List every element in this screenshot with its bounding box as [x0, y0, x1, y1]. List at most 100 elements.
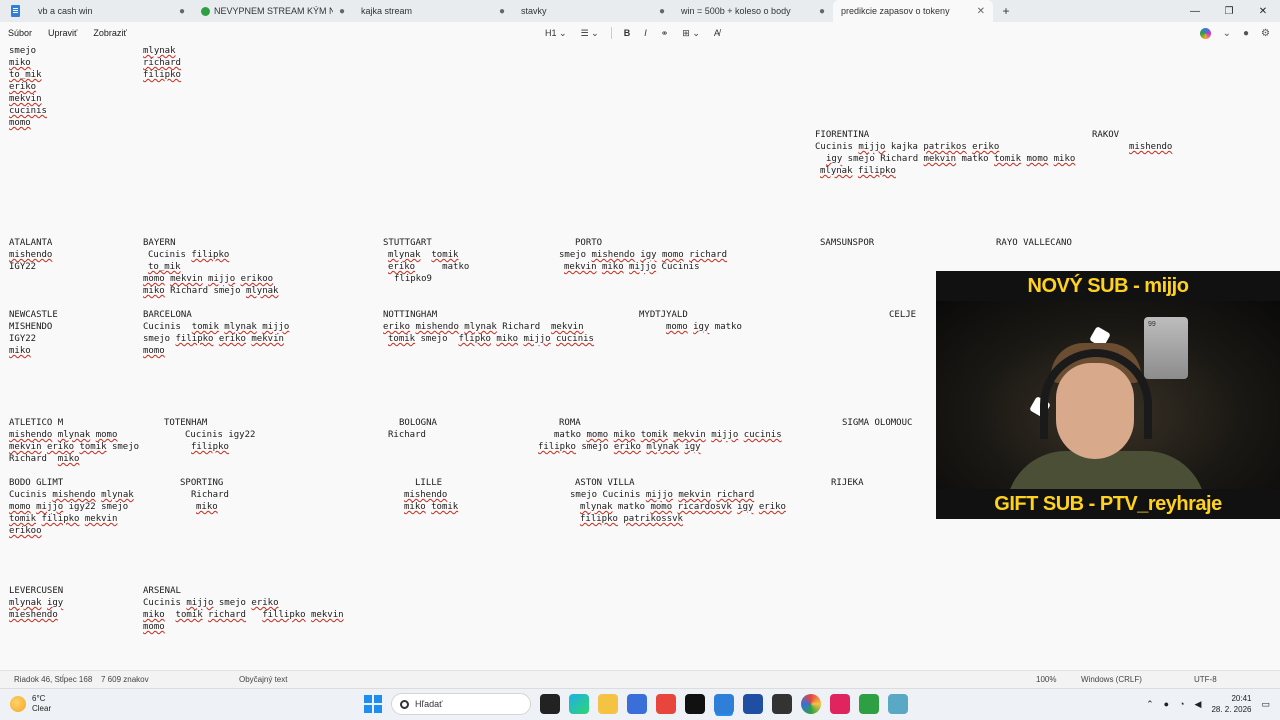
notifications-icon[interactable]: ▭ [1261, 699, 1270, 710]
task-view-icon[interactable] [540, 694, 560, 714]
misspelled-word: tomik [431, 502, 459, 512]
text-run: smejo Richard [842, 154, 924, 164]
misspelled-word: igy [684, 442, 701, 452]
toolbar-right: ⌄ ● ⚙ [1199, 22, 1270, 44]
text-line: LILLE [415, 477, 442, 489]
text-line: SAMSUNSPOR [820, 237, 874, 249]
copilot-icon[interactable] [1199, 27, 1211, 39]
app-icon[interactable] [888, 694, 908, 714]
text-format[interactable]: Obyčajný text [239, 675, 287, 684]
misspelled-word: filipko [580, 514, 618, 524]
volume-icon[interactable]: ◀ [1195, 699, 1202, 710]
chevron-up-icon[interactable]: ⌃ [1146, 699, 1154, 710]
misspelled-word: igy [46, 598, 64, 608]
tiktok-live-icon[interactable] [830, 694, 850, 714]
list-dropdown[interactable]: ☰ ⌄ [576, 24, 604, 42]
misspelled-word: mlynak [820, 166, 853, 176]
misspelled-word: mishendo [9, 430, 53, 440]
misspelled-word: mlynak [646, 442, 679, 452]
menu-view[interactable]: Zobraziť [85, 28, 134, 38]
line-ending[interactable]: Windows (CRLF) [1081, 675, 1142, 684]
weather-widget[interactable]: 6°C Clear [10, 694, 51, 714]
zoom-level[interactable]: 100% [1036, 675, 1056, 684]
text-run: RIJEKA [831, 478, 864, 488]
tab-predikcie-zapasov[interactable]: predikcie zapasov o tokeny ✕ [833, 0, 993, 22]
card-rating: 99 [1148, 321, 1156, 328]
chevron-down-icon[interactable]: ⌄ [1223, 28, 1231, 39]
edge-icon[interactable] [569, 694, 589, 714]
close-icon[interactable]: ● [499, 6, 505, 17]
store-icon[interactable] [627, 694, 647, 714]
webcam-video: 99 [936, 301, 1280, 511]
text-run: IGY22 [9, 262, 37, 272]
close-icon[interactable]: ● [659, 6, 665, 17]
misspelled-word: to_mik [9, 70, 42, 80]
misspelled-word: miko [613, 430, 636, 440]
text-line: momo [9, 117, 31, 129]
heading-dropdown[interactable]: H1 ⌄ [540, 24, 572, 42]
file-explorer-icon[interactable] [598, 694, 618, 714]
text-line: BARCELONA [143, 309, 192, 321]
close-icon[interactable]: ● [819, 6, 825, 17]
minimize-icon[interactable]: — [1178, 0, 1212, 22]
chevron-down-icon: ⌄ [591, 27, 599, 38]
tab-vb-a-cash-win[interactable]: vb a cash win ● [30, 0, 193, 22]
taskbar-search[interactable]: Hľadať [391, 693, 531, 715]
text-run: smejo [559, 250, 592, 260]
menu-file[interactable]: Súbor [0, 28, 40, 38]
close-window-icon[interactable]: ✕ [1246, 0, 1280, 22]
close-icon[interactable]: ● [339, 6, 345, 17]
network-icon[interactable]: ◔ [1179, 699, 1184, 709]
taskbar: 6°C Clear Hľadať ⌃ ● ◔ ◀ 20:41 28. 2. 20… [0, 688, 1280, 720]
encoding[interactable]: UTF-8 [1194, 675, 1217, 684]
tiktok-icon[interactable] [685, 694, 705, 714]
misspelled-word: mishendo [404, 490, 448, 500]
text-line: mekvin miko mijjo Cucinis [564, 261, 700, 273]
text-run: RAKOV [1092, 130, 1120, 140]
tab-kajka-stream[interactable]: kajka stream ● [353, 0, 513, 22]
app-icon[interactable] [656, 694, 676, 714]
misspelled-word: miko [143, 286, 165, 296]
bold-icon[interactable]: B [619, 24, 636, 42]
notepad-taskbar-icon[interactable] [714, 694, 734, 714]
settings-gear-icon[interactable]: ⚙ [1261, 28, 1270, 39]
obs-icon[interactable] [772, 694, 792, 714]
account-icon[interactable]: ● [1243, 28, 1249, 39]
text-line: mishendo [1129, 141, 1172, 153]
app-icon[interactable] [743, 694, 763, 714]
new-sub-text: NOVÝ SUB - mijjo [1027, 274, 1189, 297]
misspelled-word: mijjo [858, 142, 886, 152]
tab-win-500b[interactable]: win = 500b + koleso o body ● [673, 0, 833, 22]
text-run: SIGMA OLOMOUC [842, 418, 913, 428]
new-tab-button[interactable]: + [993, 0, 1019, 22]
text-line: momo igy matko [666, 321, 742, 333]
table-dropdown[interactable]: ⊞ ⌄ [677, 24, 705, 42]
clear-format-icon[interactable]: A̸ [709, 24, 725, 42]
text-line: momo mekvin mijjo erikoo [143, 273, 273, 285]
italic-icon[interactable]: I [639, 24, 652, 42]
tab-stavky[interactable]: stavky ● [513, 0, 673, 22]
misspelled-word: tomik [175, 610, 203, 620]
link-icon[interactable]: ⚭ [656, 24, 674, 42]
misspelled-word: miko [196, 502, 218, 512]
microphone-icon[interactable]: ● [1164, 699, 1169, 709]
misspelled-word: miko [57, 454, 80, 464]
maximize-icon[interactable]: ❐ [1212, 0, 1246, 22]
windows-start-icon[interactable] [364, 695, 382, 713]
text-run: STUTTGART [383, 238, 432, 248]
text-line: SIGMA OLOMOUC [842, 417, 912, 429]
clock[interactable]: 20:41 28. 2. 2026 [1211, 693, 1251, 715]
misspelled-word: momo [9, 118, 31, 128]
text-line: MYDTJYALD [639, 309, 688, 321]
text-line: FIORENTINA [815, 129, 869, 141]
close-icon[interactable]: ✕ [977, 6, 985, 17]
app-icon[interactable] [859, 694, 879, 714]
date: 28. 2. 2026 [1211, 705, 1252, 714]
close-icon[interactable]: ● [179, 6, 185, 17]
text-run: smejo [415, 334, 459, 344]
text-line: tomik filipko mekvin [9, 513, 117, 525]
menu-edit[interactable]: Upraviť [40, 28, 85, 38]
tab-nevypnem-stream[interactable]: NEVYPNEM STREAM KÝM NEDÁ ● [193, 0, 353, 22]
chrome-icon[interactable] [801, 694, 821, 714]
text-line: Cucinis mishendo mlynak [9, 489, 134, 501]
